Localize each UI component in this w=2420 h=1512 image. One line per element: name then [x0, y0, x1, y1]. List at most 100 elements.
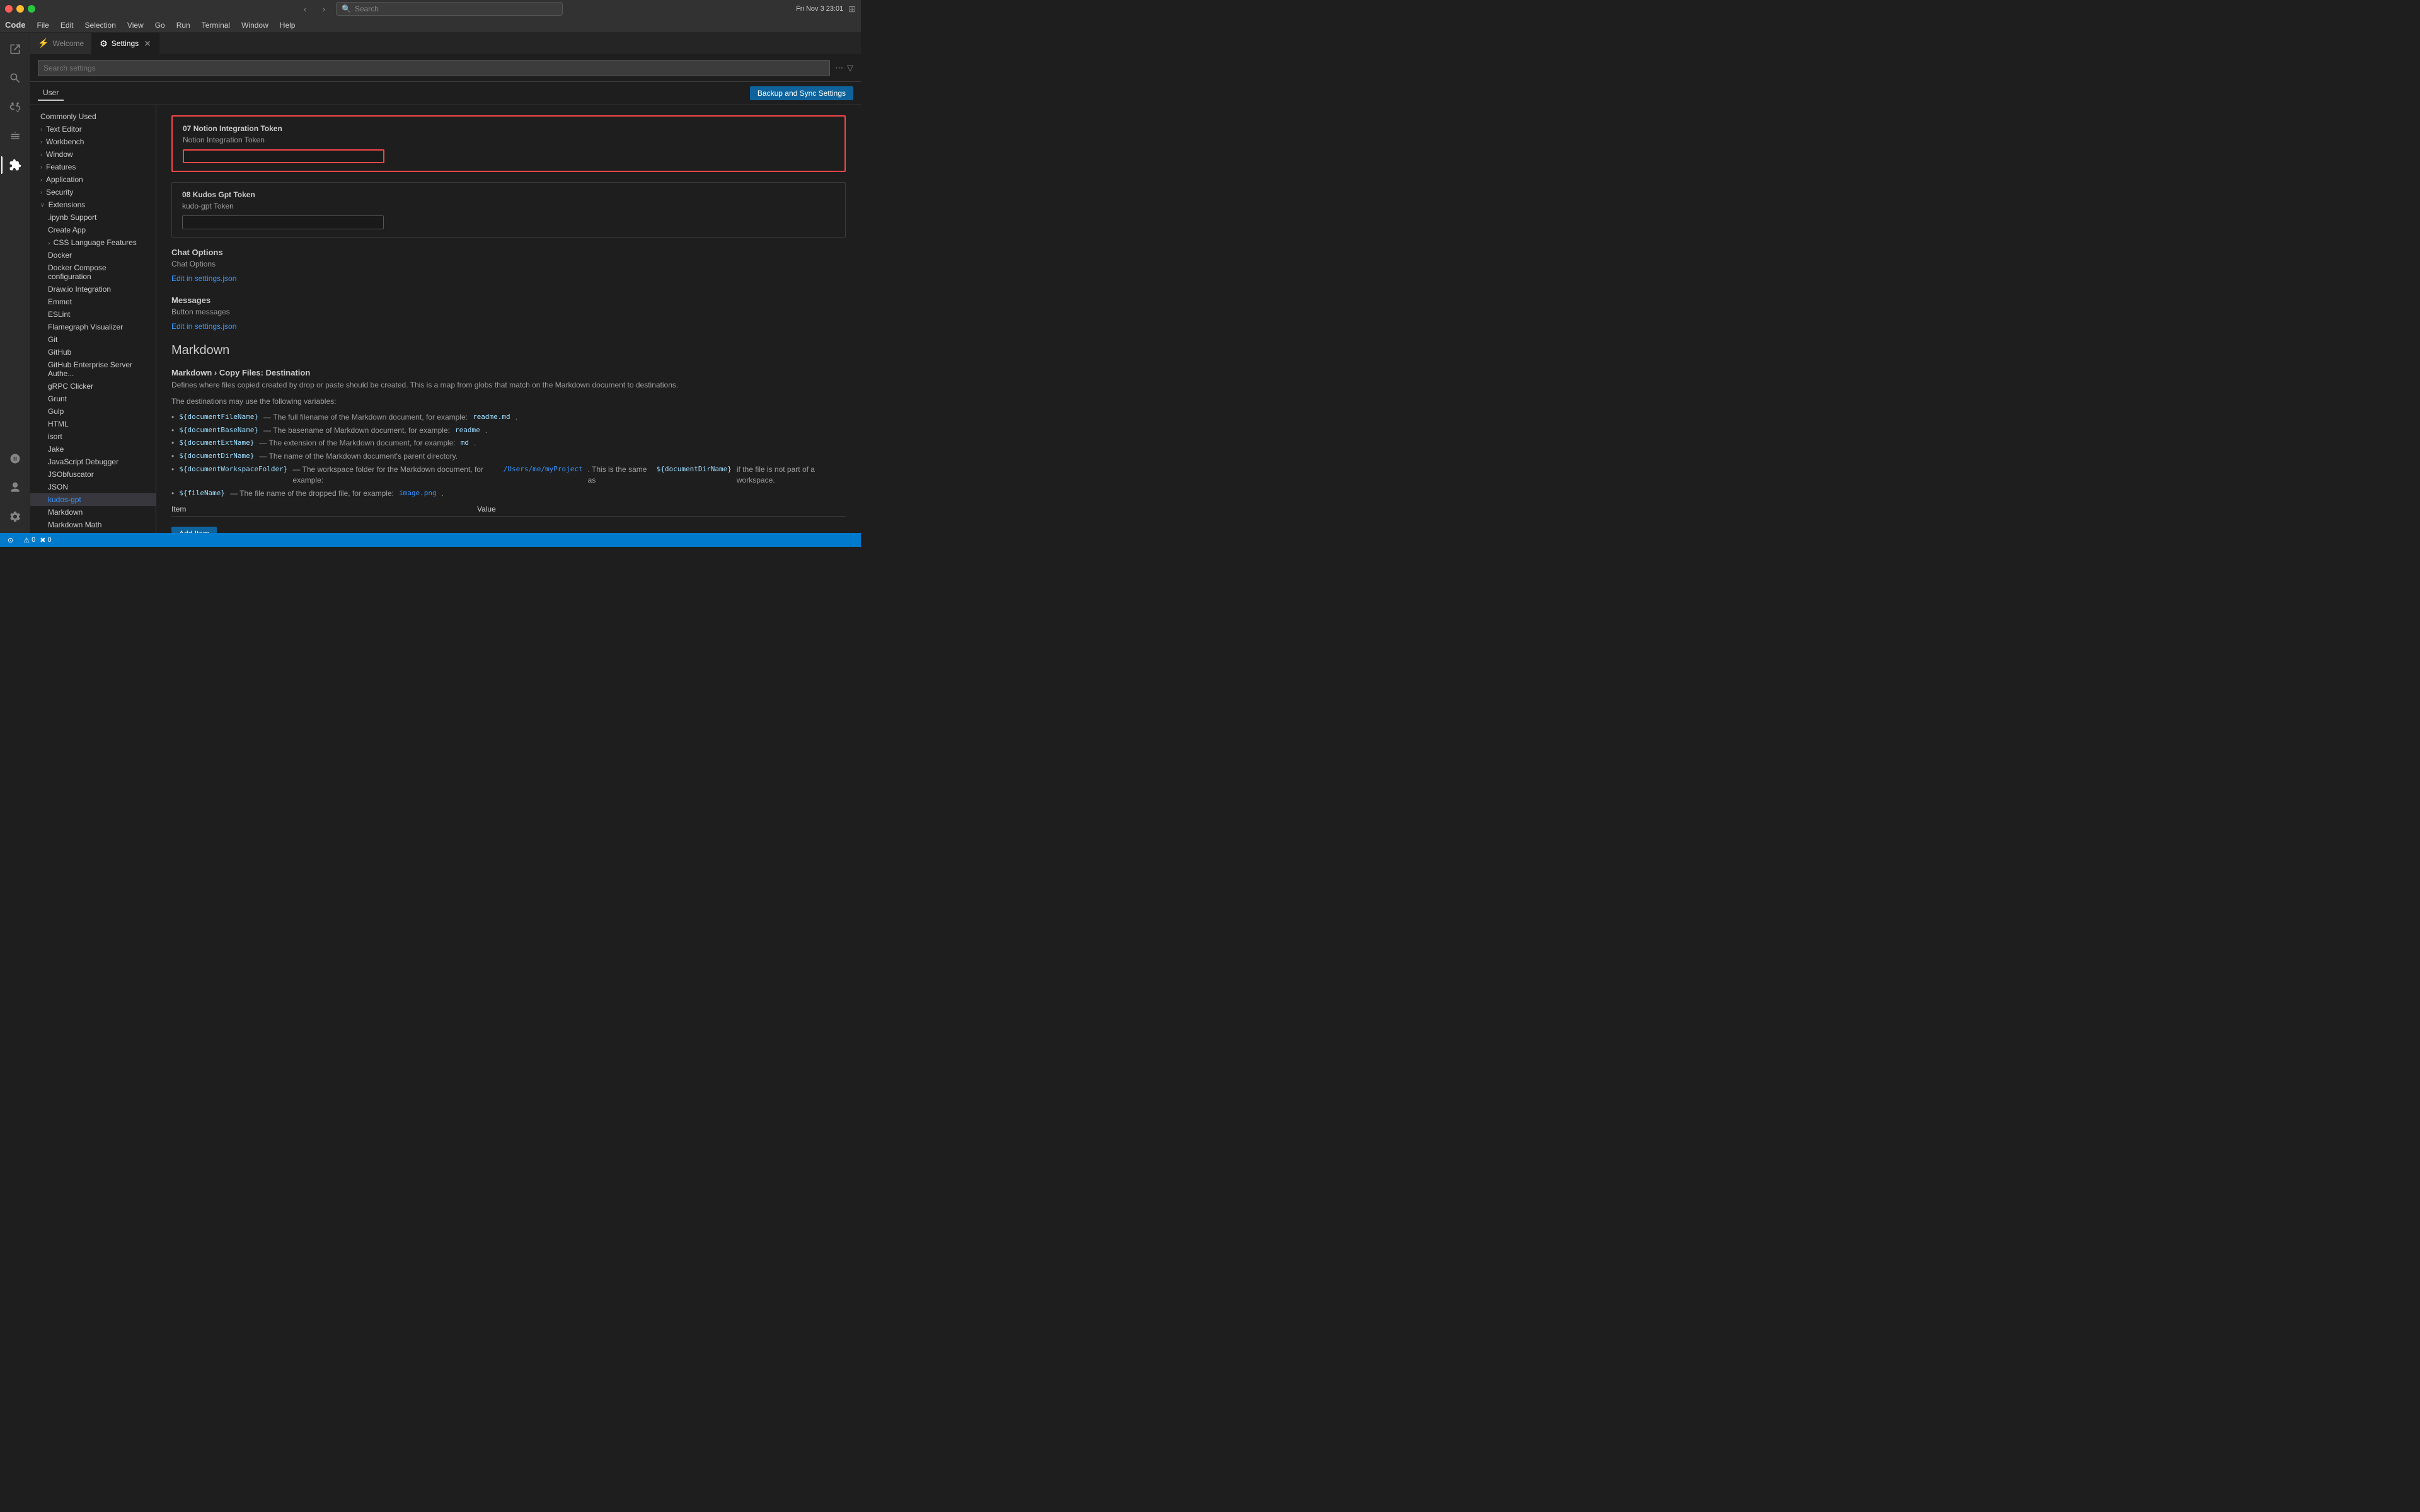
toc-gulp[interactable]: Gulp: [30, 405, 156, 418]
menu-selection[interactable]: Selection: [80, 20, 121, 31]
chat-options-title: Chat Options: [171, 248, 846, 257]
settings-search-input[interactable]: [38, 60, 830, 76]
toc-extensions[interactable]: ∨ Extensions: [30, 198, 156, 211]
toc-docker-compose[interactable]: Docker Compose configuration: [30, 261, 156, 283]
toc-css-language[interactable]: › CSS Language Features: [30, 236, 156, 249]
sidebar-item-debug[interactable]: [1, 122, 29, 150]
welcome-tab-icon: ⚡: [38, 38, 49, 49]
sidebar-item-search[interactable]: [1, 64, 29, 92]
toc-grpc[interactable]: gRPC Clicker: [30, 380, 156, 392]
sidebar-item-scm[interactable]: [1, 93, 29, 121]
toc-docker[interactable]: Docker: [30, 249, 156, 261]
toc-features[interactable]: › Features: [30, 161, 156, 173]
markdown-copy-dest-desc: Defines where files copied created by dr…: [171, 380, 846, 391]
notion-token-input[interactable]: [183, 149, 384, 163]
close-button[interactable]: [5, 5, 13, 13]
titlebar: ‹ › 🔍 Search Fri Nov 3 23:01 ⊞: [0, 0, 861, 18]
toc-jake[interactable]: Jake: [30, 443, 156, 455]
kudos-token-input[interactable]: [182, 215, 384, 229]
toc-isort[interactable]: isort: [30, 430, 156, 443]
menu-help[interactable]: Help: [275, 20, 301, 31]
app-body: ⚡ Welcome ⚙ Settings ✕ ⋯ ▽ User: [0, 33, 861, 533]
settings-scope-bar: User Backup and Sync Settings: [30, 82, 861, 105]
tab-settings[interactable]: ⚙ Settings ✕: [92, 33, 159, 54]
notion-token-card: 07 Notion Integration Token Notion Integ…: [171, 115, 846, 172]
messages-edit-link[interactable]: Edit in settings.json: [171, 322, 236, 331]
toc-grunt[interactable]: Grunt: [30, 392, 156, 405]
back-button[interactable]: ‹: [298, 2, 312, 16]
menu-view[interactable]: View: [122, 20, 149, 31]
markdown-copy-dest-section: Markdown › Copy Files: Destination Defin…: [171, 368, 846, 533]
toc-github-enterprise[interactable]: GitHub Enterprise Server Authe...: [30, 358, 156, 380]
tab-welcome[interactable]: ⚡ Welcome: [30, 33, 92, 54]
remote-status-item[interactable]: ⊙: [5, 533, 16, 547]
toc-git[interactable]: Git: [30, 333, 156, 346]
menu-run[interactable]: Run: [171, 20, 195, 31]
tab-settings-close[interactable]: ✕: [144, 38, 151, 49]
toc-application[interactable]: › Application: [30, 173, 156, 186]
messages-section: Messages Button messages Edit in setting…: [171, 295, 846, 331]
chat-options-edit-link[interactable]: Edit in settings.json: [171, 274, 236, 283]
backup-sync-button[interactable]: Backup and Sync Settings: [750, 86, 853, 100]
toc-flamegraph[interactable]: Flamegraph Visualizer: [30, 321, 156, 333]
kudos-token-title: 08 Kudos Gpt Token: [182, 190, 835, 199]
toc-markdown[interactable]: Markdown: [30, 506, 156, 518]
filter-icon[interactable]: ▽: [847, 63, 853, 73]
menu-terminal[interactable]: Terminal: [197, 20, 235, 31]
settings-tab-icon: ⚙: [100, 38, 108, 49]
remote-icon: ⊙: [8, 536, 13, 544]
menu-window[interactable]: Window: [236, 20, 274, 31]
table-header-value: Value: [477, 502, 846, 517]
menu-edit[interactable]: Edit: [55, 20, 79, 31]
toc-github[interactable]: GitHub: [30, 346, 156, 358]
toc-window[interactable]: › Window: [30, 148, 156, 161]
remote-icon[interactable]: [1, 445, 29, 472]
toc-commonly-used[interactable]: Commonly Used: [30, 110, 156, 123]
chevron-down-icon: ∨: [40, 202, 45, 209]
chevron-right-icon: ›: [40, 164, 42, 170]
account-icon[interactable]: [1, 474, 29, 501]
toc-ipynb-support[interactable]: .ipynb Support: [30, 211, 156, 224]
main-content: ⚡ Welcome ⚙ Settings ✕ ⋯ ▽ User: [30, 33, 861, 533]
toc-drawio[interactable]: Draw.io Integration: [30, 283, 156, 295]
sidebar-item-extensions[interactable]: [1, 151, 29, 179]
manage-icon[interactable]: [1, 503, 29, 530]
markdown-copy-dest-title: Markdown › Copy Files: Destination: [171, 368, 846, 377]
list-item: ${documentBaseName} — The basename of Ma…: [171, 424, 846, 437]
toc-security[interactable]: › Security: [30, 186, 156, 198]
maximize-button[interactable]: [28, 5, 35, 13]
toc-emmet[interactable]: Emmet: [30, 295, 156, 308]
app-name: Code: [5, 20, 26, 30]
forward-button[interactable]: ›: [317, 2, 331, 16]
errors-count-item[interactable]: ⚠ 0 ✖ 0: [21, 533, 54, 547]
toc-text-editor[interactable]: › Text Editor: [30, 123, 156, 135]
global-search[interactable]: 🔍 Search: [336, 2, 563, 16]
layout-icon[interactable]: ⊞: [848, 4, 856, 14]
markdown-variables-list: ${documentFileName} — The full filename …: [171, 411, 846, 500]
filter-modified-icon[interactable]: ⋯: [835, 63, 843, 73]
settings-main: Commonly Used › Text Editor › Workbench …: [30, 105, 861, 533]
menu-go[interactable]: Go: [150, 20, 170, 31]
list-item: ${fileName} — The file name of the dropp…: [171, 487, 846, 500]
markdown-vars-label: The destinations may use the following v…: [171, 396, 846, 407]
scope-user-tab[interactable]: User: [38, 86, 64, 101]
minimize-button[interactable]: [16, 5, 24, 13]
toc-eslint[interactable]: ESLint: [30, 308, 156, 321]
sidebar-item-explorer[interactable]: [1, 35, 29, 63]
titlebar-right: Fri Nov 3 23:01 ⊞: [796, 4, 856, 14]
toc-create-app[interactable]: Create App: [30, 224, 156, 236]
toc-markdown-math[interactable]: Markdown Math: [30, 518, 156, 531]
markdown-section-header: Markdown: [171, 343, 846, 358]
toc-json[interactable]: JSON: [30, 481, 156, 493]
search-icon: 🔍: [342, 4, 351, 13]
toc-jsobfuscator[interactable]: JSObfuscator: [30, 468, 156, 481]
toc-workbench[interactable]: › Workbench: [30, 135, 156, 148]
add-item-button[interactable]: Add Item: [171, 527, 217, 533]
toc-kudos-gpt[interactable]: kudos-gpt: [30, 493, 156, 506]
chat-options-section: Chat Options Chat Options Edit in settin…: [171, 248, 846, 283]
menu-file[interactable]: File: [32, 20, 54, 31]
settings-search-bar: ⋯ ▽: [30, 55, 861, 82]
table-header-item: Item: [171, 502, 477, 517]
toc-js-debugger[interactable]: JavaScript Debugger: [30, 455, 156, 468]
toc-html[interactable]: HTML: [30, 418, 156, 430]
